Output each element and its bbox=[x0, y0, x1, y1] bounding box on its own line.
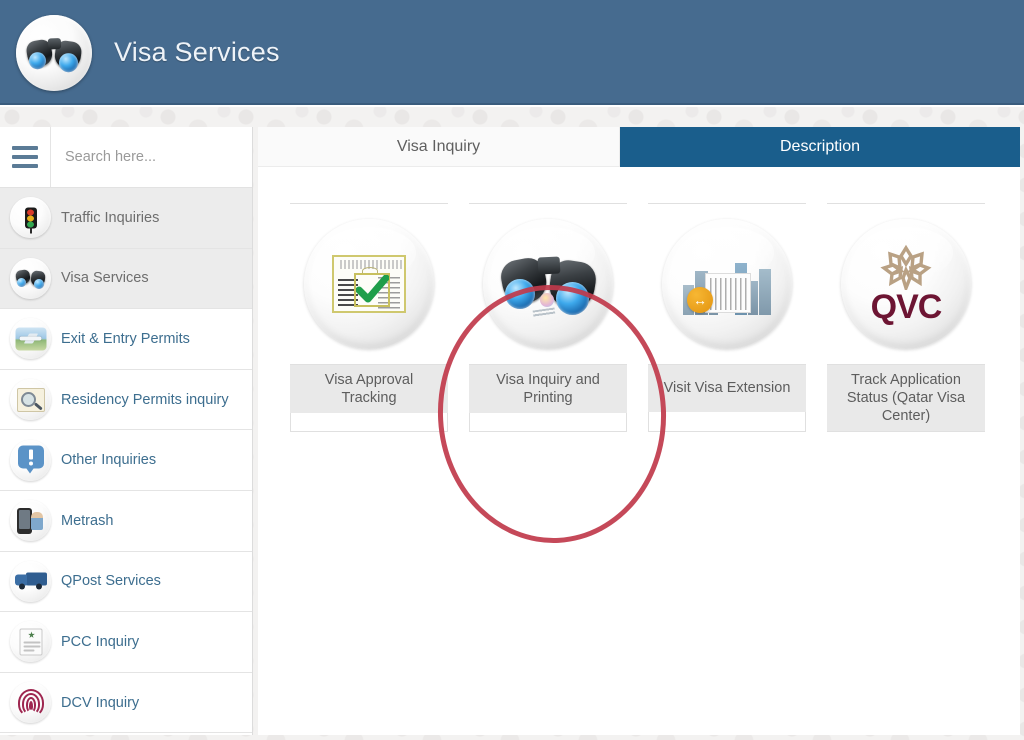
hamburger-bar-3 bbox=[12, 164, 38, 168]
binoculars-icon bbox=[483, 219, 613, 349]
qvc-wordmark: QVC bbox=[870, 288, 943, 326]
page-title: Visa Services bbox=[114, 37, 280, 67]
sidebar-item-label: Exit & Entry Permits bbox=[61, 330, 190, 347]
sidebar-item-qpost-services[interactable]: QPost Services bbox=[0, 551, 252, 613]
hamburger-bar-2 bbox=[12, 155, 38, 159]
sidebar-item-label: PCC Inquiry bbox=[61, 633, 140, 650]
sidebar-item-label: Traffic Inquiries bbox=[61, 209, 160, 226]
search-input[interactable] bbox=[51, 127, 252, 187]
header-inner: Visa Services bbox=[6, 4, 1018, 101]
traffic-light-icon bbox=[10, 197, 51, 239]
certificate-icon bbox=[10, 621, 51, 663]
hamburger-bar-1 bbox=[12, 146, 38, 150]
sidebar-item-residency-permits-inquiry[interactable]: Residency Permits inquiry bbox=[0, 369, 252, 431]
city-skyline-extension-icon: ↔ bbox=[662, 219, 792, 349]
extension-arrows-icon: ↔ bbox=[687, 287, 713, 313]
sidebar-item-metrash[interactable]: Metrash bbox=[0, 490, 252, 552]
exclamation-icon bbox=[10, 439, 51, 481]
sidebar-item-pcc-inquiry[interactable]: PCC Inquiry bbox=[0, 612, 252, 673]
binoculars-icon bbox=[10, 257, 51, 299]
sidebar-item-label: DCV Inquiry bbox=[61, 694, 140, 711]
sidebar-item-label: Residency Permits inquiry bbox=[61, 391, 229, 408]
airplane-icon bbox=[10, 318, 51, 360]
card-label: Visa Inquiry and Printing bbox=[469, 364, 627, 414]
main-content: Visa Inquiry Description Visa Approval T… bbox=[258, 127, 1020, 735]
sidebar-item-traffic-inquiries[interactable]: Traffic Inquiries bbox=[0, 188, 252, 249]
tab-bar: Visa Inquiry Description bbox=[258, 127, 1020, 167]
card-thumbnail: ↔ bbox=[648, 204, 806, 364]
card-visa-approval-tracking[interactable]: Visa Approval Tracking bbox=[290, 203, 448, 433]
card-thumbnail: QVC bbox=[827, 204, 985, 364]
sidebar: Traffic Inquiries Visa Services bbox=[0, 127, 253, 735]
sidebar-item-label: QPost Services bbox=[61, 573, 161, 590]
tab-visa-inquiry[interactable]: Visa Inquiry bbox=[258, 127, 620, 167]
card-label: Visa Approval Tracking bbox=[290, 364, 448, 414]
app-window: Visa Services Traffic Inquiries bbox=[0, 0, 1024, 740]
check-mark-icon bbox=[356, 275, 389, 303]
card-thumbnail bbox=[290, 204, 448, 364]
fingerprint-icon bbox=[10, 682, 51, 724]
sidebar-item-visa-services[interactable]: Visa Services bbox=[0, 248, 252, 310]
tab-description[interactable]: Description bbox=[620, 127, 1020, 167]
visa-document-check-icon bbox=[304, 219, 434, 349]
sidebar-item-exit-entry-permits[interactable]: Exit & Entry Permits bbox=[0, 309, 252, 370]
card-label: Track Application Status (Qatar Visa Cen… bbox=[827, 364, 985, 432]
card-label: Visit Visa Extension bbox=[648, 364, 806, 412]
delivery-truck-icon bbox=[10, 560, 51, 602]
binoculars-icon bbox=[16, 14, 92, 91]
card-visit-visa-extension[interactable]: ↔ Visit Visa Extension bbox=[648, 203, 806, 433]
service-card-grid: Visa Approval Tracking Visa Inquiry and … bbox=[290, 203, 985, 433]
sidebar-item-label: Metrash bbox=[61, 512, 114, 529]
mobile-phone-icon bbox=[10, 500, 51, 542]
qvc-logo-icon: QVC bbox=[841, 219, 971, 349]
card-thumbnail bbox=[469, 204, 627, 364]
qvc-star-emblem-icon bbox=[880, 244, 932, 290]
sidebar-item-dcv-inquiry[interactable]: DCV Inquiry bbox=[0, 672, 252, 734]
page-body: Traffic Inquiries Visa Services bbox=[0, 107, 1024, 740]
magnifier-icon bbox=[10, 379, 51, 421]
sidebar-item-other-inquiries[interactable]: Other Inquiries bbox=[0, 430, 252, 491]
app-header: Visa Services bbox=[0, 0, 1024, 105]
sidebar-search-row bbox=[0, 127, 252, 188]
card-visa-inquiry-and-printing[interactable]: Visa Inquiry and Printing bbox=[469, 203, 627, 433]
card-track-application-status[interactable]: QVC Track Application Status (Qatar Visa… bbox=[827, 203, 985, 433]
hamburger-menu-icon[interactable] bbox=[0, 127, 51, 187]
sidebar-item-label: Visa Services bbox=[61, 270, 149, 287]
sidebar-item-label: Other Inquiries bbox=[61, 452, 157, 469]
